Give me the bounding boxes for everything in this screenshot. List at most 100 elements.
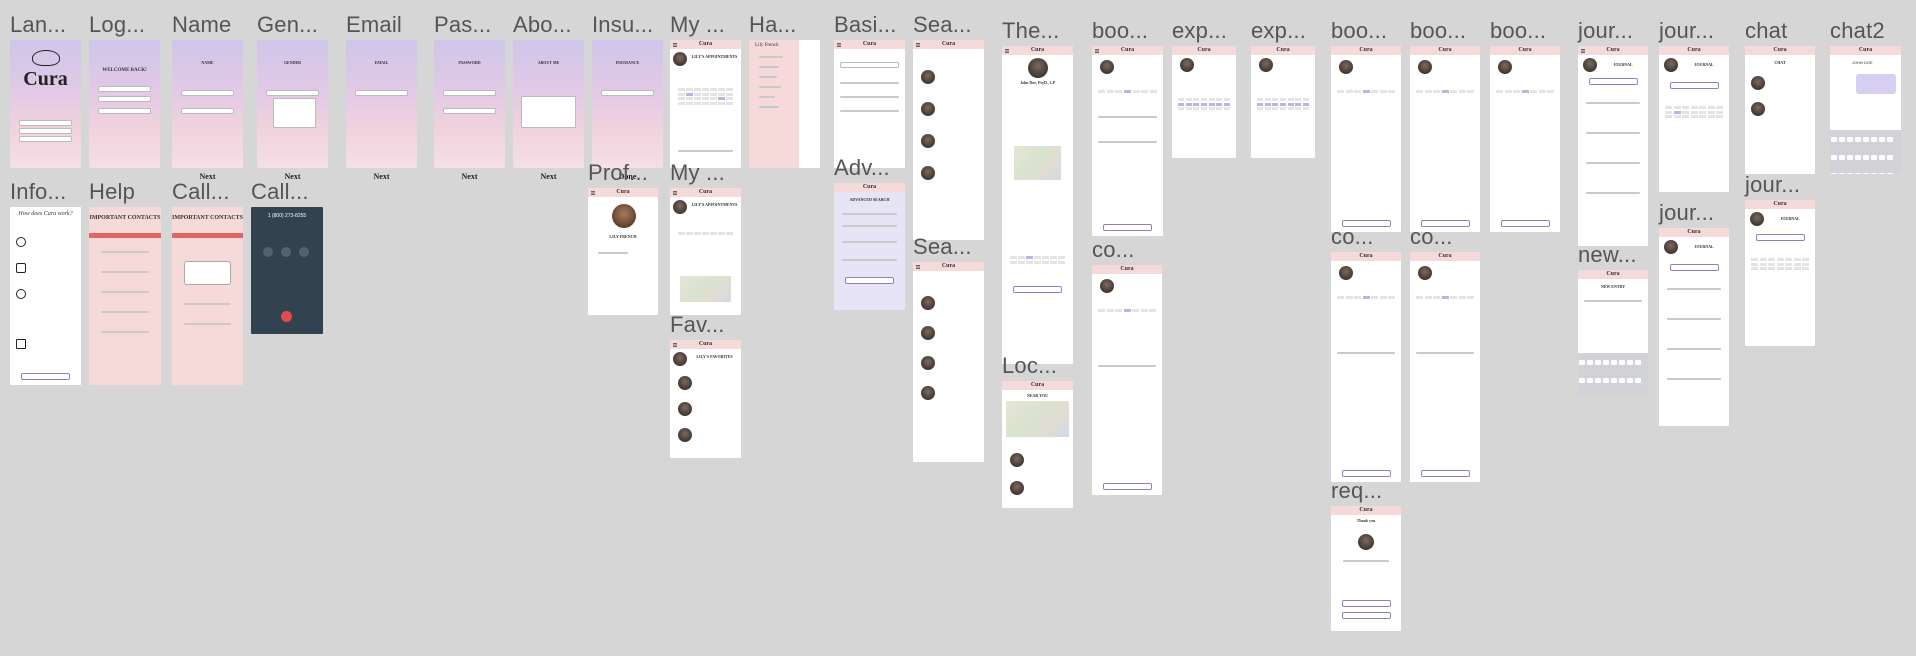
search-input[interactable] (840, 62, 899, 68)
contact-number[interactable] (184, 303, 231, 305)
appointment-item[interactable] (678, 150, 733, 152)
continue-button[interactable] (20, 373, 71, 380)
artboard-basic-search[interactable]: Basi... Cura (834, 12, 905, 168)
artboard-confirm-booking[interactable]: co... Cura (1331, 224, 1401, 482)
artboard-info[interactable]: Info... How does Cura work? (10, 179, 81, 385)
email-field[interactable] (354, 90, 409, 96)
calendar[interactable] (1098, 90, 1157, 93)
journal-entry[interactable] (1667, 318, 1721, 320)
nearby-map[interactable] (1006, 401, 1069, 437)
calendar[interactable] (1496, 90, 1554, 93)
request-to-book-button[interactable] (1341, 470, 1391, 477)
contact-avatar[interactable] (1751, 76, 1765, 90)
request-to-book-button[interactable] (1102, 224, 1153, 231)
first-name-field[interactable] (180, 90, 235, 96)
search-filter[interactable] (840, 96, 899, 98)
keypad-icon[interactable] (281, 247, 291, 257)
request-to-book-button[interactable] (1420, 470, 1470, 477)
calendar[interactable] (1416, 90, 1474, 93)
artboard-booking[interactable]: boo... Cura (1410, 18, 1480, 232)
artboard-expanded-booking[interactable]: exp... Cura (1172, 18, 1236, 158)
gender-select[interactable] (265, 90, 320, 96)
calendar[interactable] (1178, 98, 1230, 110)
call-popup[interactable] (184, 261, 231, 285)
journal-entry[interactable] (1586, 132, 1640, 134)
therapist-avatar[interactable] (921, 134, 935, 148)
contact-number[interactable] (101, 311, 149, 313)
submit-button[interactable] (844, 277, 895, 284)
menu-item[interactable] (759, 86, 781, 88)
chat-button[interactable] (1341, 600, 1391, 607)
journal-entry[interactable] (1586, 102, 1640, 104)
artboard-booking[interactable]: boo... Cura (1331, 18, 1401, 232)
artboard-expanded-booking[interactable]: exp... Cura (1251, 18, 1315, 158)
artboard-booking[interactable]: boo... Cura (1490, 18, 1560, 232)
age-slider[interactable] (842, 225, 897, 227)
menu-item[interactable] (759, 76, 777, 78)
session-option[interactable] (1098, 141, 1157, 143)
contact-number[interactable] (101, 271, 149, 273)
artboard-call-active[interactable]: Call... 1 (800) 273-8255 (251, 179, 323, 334)
artboard-help[interactable]: Help IMPORTANT CONTACTS (89, 179, 161, 385)
availability-calendar[interactable] (1010, 256, 1065, 264)
menu-item[interactable] (759, 66, 779, 68)
therapist-avatar[interactable] (921, 102, 935, 116)
request-to-book-button[interactable] (1500, 220, 1550, 227)
calendar[interactable] (1337, 90, 1395, 93)
calendar[interactable] (1665, 106, 1723, 118)
menu-item[interactable] (759, 56, 783, 58)
calendar[interactable] (1337, 296, 1395, 299)
appointment-map[interactable] (680, 276, 731, 302)
last-name-field[interactable] (180, 108, 235, 114)
artboard-therapist[interactable]: The... Cura John Doe, PsyD., LP (1002, 18, 1073, 364)
therapist-avatar[interactable] (921, 70, 935, 84)
therapist-avatar[interactable] (678, 428, 692, 442)
therapist-avatar[interactable] (1010, 481, 1024, 495)
calendar[interactable] (678, 232, 733, 235)
next-button[interactable]: Next (346, 172, 417, 181)
keyboard[interactable] (1830, 130, 1901, 174)
search-filter[interactable] (840, 110, 899, 112)
new-entry-button[interactable] (1669, 264, 1719, 271)
artboard-my-appointments[interactable]: My ... Cura LILY'S APPOINTMENTS (670, 12, 741, 168)
artboard-new-entry[interactable]: new... Cura NEW ENTRY (1578, 242, 1648, 396)
my-appointments-button[interactable] (1341, 612, 1391, 619)
artboard-location[interactable]: Loc... Cura NEAR YOU (1002, 353, 1073, 508)
password-field[interactable] (97, 96, 152, 102)
confirm-password-field[interactable] (442, 108, 497, 114)
artboard-journal[interactable]: jour... Cura JOURNAL (1659, 18, 1729, 192)
journal-entry[interactable] (1586, 162, 1640, 164)
calendar[interactable] (1098, 309, 1156, 312)
request-to-book-button[interactable] (1012, 286, 1063, 293)
username-field[interactable] (97, 86, 152, 92)
session-option[interactable] (1098, 116, 1157, 118)
about-textarea[interactable] (521, 96, 576, 128)
artboard-email[interactable]: Email EMAIL Next (346, 12, 417, 181)
artboard-confirm-booking[interactable]: co... Cura (1092, 237, 1162, 495)
therapist-avatar[interactable] (921, 356, 935, 370)
calendar[interactable] (1751, 258, 1809, 270)
artboard-insurance[interactable]: Insu... INSURANCE Done (592, 12, 663, 181)
artboard-gender[interactable]: Gen... GENDER Next (257, 12, 328, 181)
new-entry-button[interactable] (1755, 234, 1805, 241)
specialty-filter[interactable] (842, 241, 897, 243)
artboard-booking[interactable]: boo... Cura (1092, 18, 1163, 236)
artboard-login[interactable]: Log... WELCOME BACK! (89, 12, 160, 168)
artboard-journal[interactable]: jour... Cura JOURNAL (1578, 18, 1648, 246)
artboard-favorites[interactable]: Fav... Cura LILY'S FAVORITES (670, 312, 741, 458)
artboard-journal[interactable]: jour... Cura JOURNAL (1745, 172, 1815, 346)
artboard-search-results[interactable]: Sea... Cura (913, 12, 984, 240)
next-button[interactable]: Next (513, 172, 584, 181)
journal-entry[interactable] (1667, 378, 1721, 380)
insurance-field[interactable] (600, 90, 655, 96)
artboard-hamburger[interactable]: Ha... Lily French (749, 12, 820, 168)
entry-textarea[interactable] (1584, 300, 1642, 302)
artboard-user-profile[interactable]: Prof... Cura LILY FRENCH (588, 160, 658, 315)
therapist-avatar[interactable] (678, 376, 692, 390)
artboard-chat[interactable]: chat Cura CHAT (1745, 18, 1815, 174)
menu-item[interactable] (759, 96, 775, 98)
journal-entry[interactable] (1667, 348, 1721, 350)
speaker-icon[interactable] (299, 247, 309, 257)
contact-number[interactable] (184, 323, 231, 325)
new-entry-button[interactable] (1669, 82, 1719, 89)
